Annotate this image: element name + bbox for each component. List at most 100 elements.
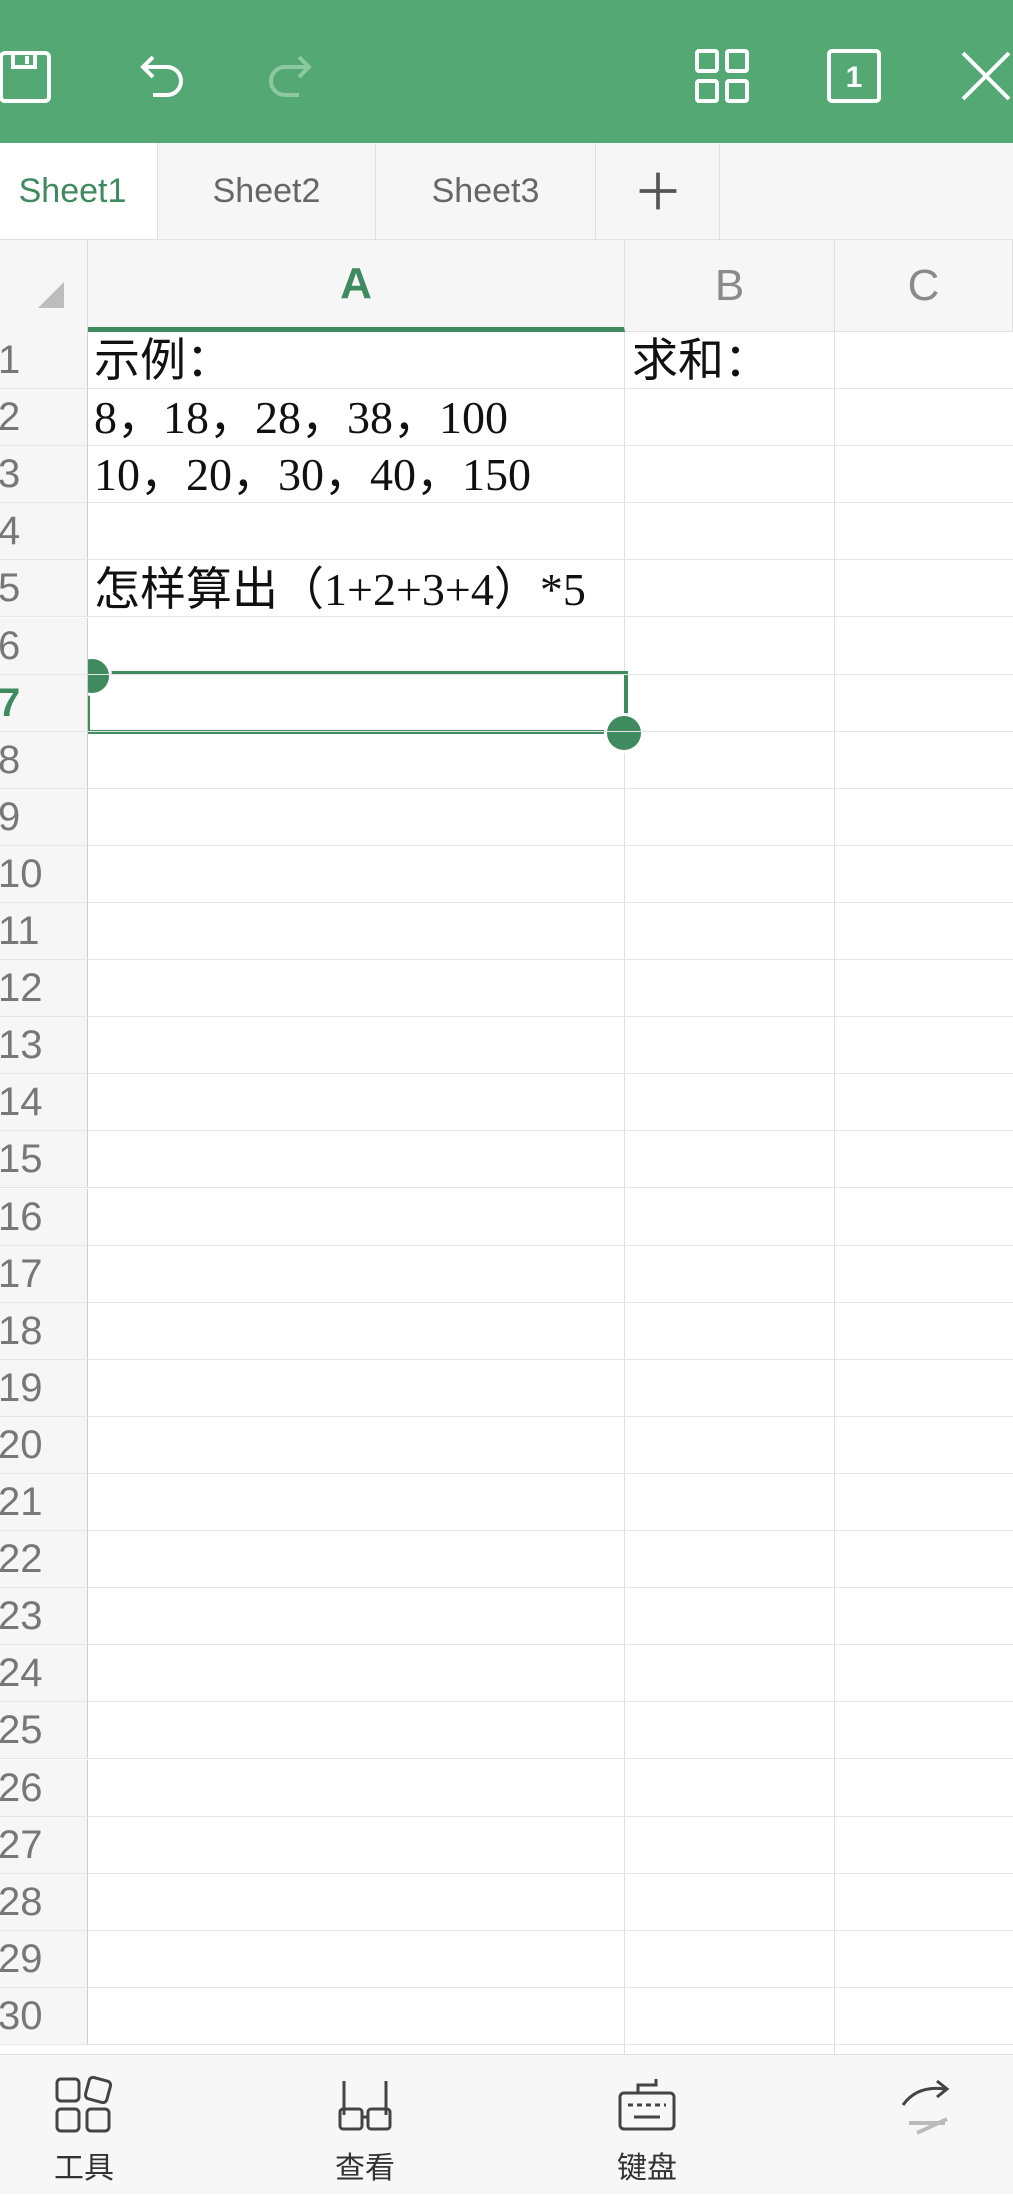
grid-row-line	[88, 1416, 1013, 1417]
grid-row-line	[88, 1873, 1013, 1874]
save-icon	[0, 51, 51, 103]
svg-text:1: 1	[846, 61, 863, 94]
grid-row-line	[88, 1644, 1013, 1645]
add-sheet-button[interactable]	[596, 143, 720, 239]
selection-handle-end[interactable]	[604, 713, 644, 753]
share-button[interactable]	[868, 2075, 988, 2195]
row-header-25[interactable]: 25	[0, 1702, 88, 1759]
row-header-23[interactable]: 23	[0, 1588, 88, 1645]
row-header-20[interactable]: 20	[0, 1417, 88, 1474]
keyboard-button[interactable]: 键盘	[587, 2075, 707, 2195]
tab-sheet2[interactable]: Sheet2	[158, 143, 376, 239]
row-header-2[interactable]: 2	[0, 389, 88, 446]
cell-a3[interactable]: 10，20，30，40，150	[94, 446, 531, 503]
cell-a5[interactable]: 怎样算出（1+2+3+4）*5	[94, 561, 586, 618]
row-header-10[interactable]: 10	[0, 846, 88, 903]
keyboard-label: 键盘	[617, 2151, 677, 2186]
share-icon	[901, 2079, 950, 2135]
grid-row-line	[88, 1245, 1013, 1246]
window-count-icon: 1	[827, 49, 881, 103]
cell-selection[interactable]	[86, 671, 628, 734]
spreadsheet-grid[interactable]: A B C 示例： 8，18，28，38，100 10，20，30，40，150…	[0, 240, 1013, 2054]
row-header-14[interactable]: 14	[0, 1074, 88, 1131]
grid-row-line	[88, 1073, 1013, 1074]
grid-row-line	[88, 1187, 1013, 1188]
column-header-a[interactable]: A	[88, 240, 625, 332]
grid-row-line	[88, 788, 1013, 789]
redo-icon	[269, 55, 312, 97]
cell-a1[interactable]: 示例：	[94, 332, 232, 389]
row-header-17[interactable]: 17	[0, 1246, 88, 1303]
grid-row-line	[88, 1302, 1013, 1303]
grid-row-line	[88, 1530, 1013, 1531]
grid-row-line	[88, 1987, 1013, 1988]
grid-row-line	[88, 1359, 1013, 1360]
grid-row-line	[88, 1016, 1013, 1017]
grid-row-line	[88, 731, 1013, 732]
grid-row-line	[88, 1587, 1013, 1588]
redo-button[interactable]	[256, 40, 328, 112]
grid-row-line	[88, 2044, 1013, 2045]
column-header-c[interactable]: C	[835, 240, 1013, 332]
column-header-b[interactable]: B	[625, 240, 835, 332]
tab-sheet3[interactable]: Sheet3	[376, 143, 596, 239]
grid-row-line	[88, 388, 1013, 389]
row-header-4[interactable]: 4	[0, 503, 88, 560]
row-header-13[interactable]: 13	[0, 1017, 88, 1074]
row-header-7[interactable]: 7	[0, 675, 88, 732]
tab-sheet1[interactable]: Sheet1	[0, 143, 158, 239]
grid-row-line	[88, 902, 1013, 903]
grid-row-line	[88, 1130, 1013, 1131]
row-header-24[interactable]: 24	[0, 1645, 88, 1702]
tools-label: 工具	[54, 2151, 114, 2186]
row-header-16[interactable]: 16	[0, 1189, 88, 1246]
row-header-9[interactable]: 9	[0, 789, 88, 846]
view-label: 查看	[335, 2151, 395, 2186]
undo-button[interactable]	[124, 40, 196, 112]
sheet-tabs: Sheet1 Sheet2 Sheet3	[0, 143, 1013, 240]
glasses-icon	[338, 2081, 392, 2131]
row-header-3[interactable]: 3	[0, 446, 88, 503]
row-header-21[interactable]: 21	[0, 1474, 88, 1531]
grid-row-line	[88, 845, 1013, 846]
row-header-15[interactable]: 15	[0, 1131, 88, 1188]
keyboard-icon	[618, 2079, 676, 2131]
row-header-12[interactable]: 12	[0, 960, 88, 1017]
grid-view-button[interactable]	[686, 40, 758, 112]
grid-row-line	[88, 1701, 1013, 1702]
grid-row-line	[88, 1473, 1013, 1474]
row-header-11[interactable]: 11	[0, 903, 88, 960]
row-header-6[interactable]: 6	[0, 618, 88, 675]
cell-b1[interactable]: 求和：	[632, 332, 770, 389]
grid-row-line	[88, 1758, 1013, 1759]
grid-row-line	[88, 559, 1013, 560]
row-header-26[interactable]: 26	[0, 1760, 88, 1817]
row-header-5[interactable]: 5	[0, 560, 88, 617]
tools-button[interactable]: 工具	[24, 2075, 144, 2195]
row-header-28[interactable]: 28	[0, 1874, 88, 1931]
row-header-18[interactable]: 18	[0, 1303, 88, 1360]
row-header-29[interactable]: 29	[0, 1931, 88, 1988]
row-header-1[interactable]: 1	[0, 332, 88, 389]
view-button[interactable]: 查看	[305, 2075, 425, 2195]
grid-icon	[695, 49, 749, 103]
row-header-30[interactable]: 30	[0, 1988, 88, 2045]
row-header-19[interactable]: 19	[0, 1360, 88, 1417]
tools-icon	[55, 2075, 113, 2133]
window-count-button[interactable]: 1	[818, 40, 890, 112]
cell-a2[interactable]: 8，18，28，38，100	[94, 389, 508, 446]
grid-row-line	[88, 674, 1013, 675]
grid-row-line	[88, 502, 1013, 503]
row-header-8[interactable]: 8	[0, 732, 88, 789]
plus-icon	[639, 172, 676, 210]
row-header-27[interactable]: 27	[0, 1817, 88, 1874]
grid-row-line	[88, 616, 1013, 617]
close-button[interactable]	[950, 40, 1013, 112]
save-button[interactable]	[0, 40, 64, 112]
close-icon	[961, 51, 1011, 101]
select-all-corner[interactable]	[0, 240, 88, 332]
grid-row-line	[88, 445, 1013, 446]
grid-row-line	[88, 1930, 1013, 1931]
bottom-toolbar: 工具 查看 键盘	[0, 2054, 1013, 2194]
row-header-22[interactable]: 22	[0, 1531, 88, 1588]
